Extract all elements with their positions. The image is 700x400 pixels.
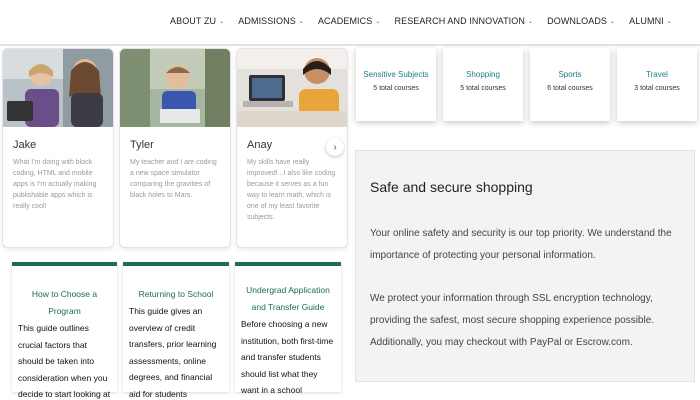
testimonial-quote: My teacher and I are coding a new space …	[130, 159, 217, 199]
nav-item-label: RESEARCH AND INNOVATION	[394, 16, 525, 26]
category-course-count: 6 total courses	[547, 85, 593, 92]
nav-item-alumni[interactable]: ALUMNI ⌄	[629, 16, 672, 26]
chevron-down-icon: ⌄	[666, 18, 672, 25]
guide-description: This guide gives an overview of credit t…	[129, 306, 217, 399]
safe-shopping-panel: Safe and secure shopping Your online saf…	[355, 150, 695, 382]
nav-item-downloads[interactable]: DOWNLOADS ⌄	[547, 16, 615, 26]
category-course-count: 5 total courses	[373, 85, 419, 92]
nav-item-label: DOWNLOADS	[547, 16, 608, 26]
nav-item-label: ALUMNI	[629, 16, 664, 26]
chevron-right-icon: ›	[333, 141, 337, 153]
category-name: Sports	[558, 70, 582, 79]
safe-shopping-paragraph: Your online safety and security is our t…	[370, 228, 672, 261]
testimonial-quote: My skills have really improved!...I also…	[247, 159, 336, 221]
carousel-next-button[interactable]: ›	[326, 138, 344, 156]
students-photo-image	[3, 49, 113, 127]
guide-card[interactable]: How to Choose a Program This guide outli…	[12, 262, 117, 399]
guide-title[interactable]: How to Choose a Program	[18, 286, 111, 320]
testimonial-quote: What I'm doing with block coding, HTML a…	[13, 159, 97, 210]
guide-description: This guide outlines crucial factors that…	[18, 323, 111, 399]
chevron-down-icon: ⌄	[298, 18, 304, 25]
student-photo-image	[120, 49, 230, 127]
nav-item-about[interactable]: ABOUT ZU ⌄	[170, 16, 224, 26]
testimonial-card[interactable]: Tyler My teacher and I are coding a new …	[119, 48, 231, 248]
testimonial-photo	[3, 49, 113, 127]
safe-shopping-title: Safe and secure shopping	[370, 179, 533, 195]
nav-item-label: ABOUT ZU	[170, 16, 217, 26]
category-card-travel[interactable]: Travel 3 total courses	[617, 48, 697, 121]
chevron-down-icon: ⌄	[219, 18, 225, 25]
guide-description: Before choosing a new institution, both …	[241, 319, 334, 395]
testimonial-name: Tyler	[130, 139, 154, 151]
guide-title[interactable]: Returning to School	[129, 286, 223, 303]
nav-item-academics[interactable]: ACADEMICS ⌄	[318, 16, 381, 26]
student-photo-image	[237, 49, 347, 127]
category-name: Shopping	[466, 70, 500, 79]
chevron-down-icon: ⌄	[527, 18, 534, 25]
category-name: Travel	[646, 70, 668, 79]
category-card-sensitive-subjects[interactable]: Sensitive Subjects 5 total courses	[356, 48, 436, 121]
guide-title[interactable]: Undergrad Application and Transfer Guide	[241, 282, 335, 316]
category-name: Sensitive Subjects	[363, 70, 429, 79]
category-course-count: 5 total courses	[460, 85, 506, 92]
testimonial-photo	[237, 49, 347, 127]
category-course-count: 3 total courses	[634, 85, 680, 92]
nav-item-label: ACADEMICS	[317, 16, 373, 26]
chevron-down-icon: ⌄	[375, 18, 381, 25]
guide-card[interactable]: Undergrad Application and Transfer Guide…	[235, 262, 341, 395]
chevron-down-icon: ⌄	[610, 18, 616, 25]
top-navigation: ABOUT ZU ⌄ ADMISSIONS ⌄ ACADEMICS ⌄ RESEARC…	[0, 0, 700, 46]
nav-item-admissions[interactable]: ADMISSIONS ⌄	[238, 16, 304, 26]
testimonial-photo	[120, 49, 230, 127]
category-card-shopping[interactable]: Shopping 5 total courses	[443, 48, 523, 121]
nav-menu: ABOUT ZU ⌄ ADMISSIONS ⌄ ACADEMICS ⌄ RESEARC…	[170, 16, 686, 26]
category-card-sports[interactable]: Sports 6 total courses	[530, 48, 610, 121]
safe-shopping-paragraph: We protect your information through SSL …	[370, 293, 655, 348]
nav-item-label: ADMISSIONS	[238, 16, 296, 26]
testimonial-name: Jake	[13, 139, 37, 151]
testimonial-card[interactable]: Jake What I'm doing with block coding, H…	[2, 48, 114, 248]
guide-card[interactable]: Returning to School This guide gives an …	[123, 262, 229, 399]
nav-item-research[interactable]: RESEARCH AND INNOVATION ⌄	[395, 16, 534, 26]
